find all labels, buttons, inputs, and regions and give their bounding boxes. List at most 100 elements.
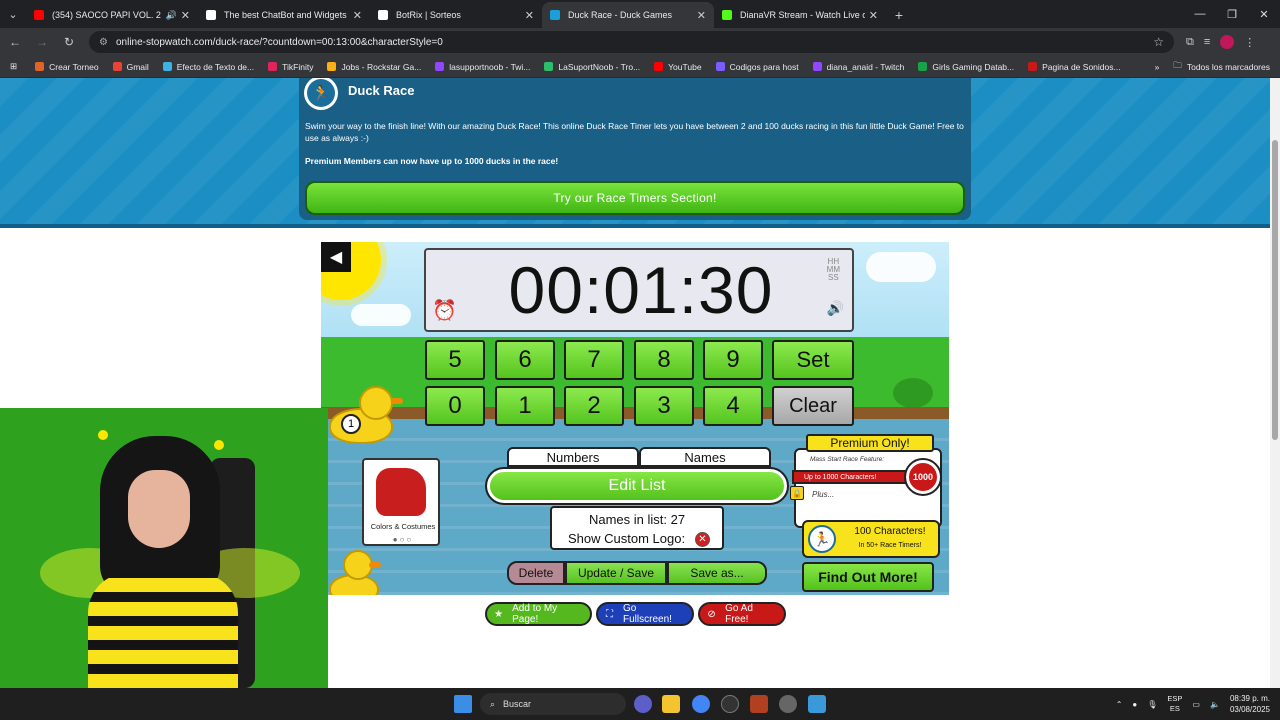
browser-tab-youtube[interactable]: (354) SAOCO PAPI VOL. 2 🔊 ✕: [26, 2, 198, 28]
tray-overflow-icon[interactable]: ⌃: [1116, 700, 1123, 709]
tray-app-icon[interactable]: ●: [1132, 700, 1137, 709]
microphone-icon[interactable]: 🎙: [1147, 700, 1157, 709]
edit-list-button[interactable]: Edit List: [485, 467, 789, 505]
url-bar[interactable]: ⚙ online-stopwatch.com/duck-race/?countd…: [89, 31, 1174, 53]
bookmark-star-icon[interactable]: ☆: [1153, 35, 1164, 49]
browser-tab-kick[interactable]: DianaVR Stream - Watch Live o ✕: [714, 2, 886, 28]
race-timers-button[interactable]: Try our Race Timers Section!: [305, 181, 965, 215]
forward-icon[interactable]: →: [30, 30, 54, 54]
tab-numbers[interactable]: Numbers: [507, 447, 639, 467]
extensions-icon[interactable]: ⧉: [1186, 36, 1194, 49]
set-button[interactable]: Set: [772, 340, 854, 380]
close-tab-icon[interactable]: ✕: [525, 9, 534, 22]
file-explorer-icon[interactable]: [662, 695, 680, 713]
browser-tab-chatbot[interactable]: The best ChatBot and Widgets ✕: [198, 2, 370, 28]
all-bookmarks-folder[interactable]: 🗀 Todos los marcadores: [1173, 60, 1270, 74]
list-actions: Delete Update / Save Save as...: [507, 561, 767, 585]
speaker-icon[interactable]: 🔊: [166, 10, 177, 21]
timer-format[interactable]: HH MM SS: [827, 258, 840, 282]
close-tab-icon[interactable]: ✕: [697, 9, 706, 22]
fullscreen-button[interactable]: ⛶ Go Fullscreen!: [596, 602, 694, 626]
alarm-clock-icon[interactable]: ⏰: [432, 298, 457, 323]
search-icon: ⌕: [490, 698, 496, 709]
bookmark-item[interactable]: LaSuportNoob - Tro...: [544, 62, 640, 72]
key-3[interactable]: 3: [634, 386, 694, 426]
close-tab-icon[interactable]: ✕: [869, 9, 878, 22]
start-icon[interactable]: [454, 695, 472, 713]
minimize-icon[interactable]: —: [1184, 0, 1216, 28]
profile-avatar[interactable]: [1220, 35, 1235, 49]
key-7[interactable]: 7: [564, 340, 624, 380]
close-tab-icon[interactable]: ✕: [181, 9, 190, 22]
app-icon[interactable]: [808, 695, 826, 713]
taskbar-search[interactable]: ⌕ Buscar: [480, 693, 626, 715]
bookmark-item[interactable]: Jobs - Rockstar Ga...: [327, 62, 421, 72]
bookmark-item[interactable]: Gmail: [112, 62, 149, 72]
menu-icon[interactable]: ⋮: [1244, 36, 1255, 49]
bookmark-item[interactable]: Efecto de Texto de...: [162, 62, 254, 72]
key-9[interactable]: 9: [703, 340, 763, 380]
bookmark-item[interactable]: YouTube: [654, 62, 702, 72]
bookmark-item[interactable]: TikFinity: [268, 62, 313, 72]
tab-search-icon[interactable]: ⌄: [0, 0, 26, 28]
mass-start-card[interactable]: Mass Start Race Feature: Up to 1000 Char…: [790, 448, 942, 528]
browser-tab-botrix[interactable]: BotRix | Sorteos ✕: [370, 2, 542, 28]
back-icon[interactable]: ←: [3, 30, 27, 54]
key-4[interactable]: 4: [703, 386, 763, 426]
key-8[interactable]: 8: [634, 340, 694, 380]
find-out-more-button[interactable]: Find Out More!: [802, 562, 934, 592]
bookmark-item[interactable]: Girls Gaming Datab...: [918, 62, 1014, 72]
media-icon[interactable]: ≡: [1204, 36, 1210, 48]
new-tab-icon[interactable]: +: [886, 2, 912, 28]
browser-tab-duck-race[interactable]: Duck Race - Duck Games ✕: [542, 2, 714, 28]
back-arrow-button[interactable]: ◀: [321, 242, 351, 272]
chat-icon[interactable]: [634, 695, 652, 713]
custom-logo-toggle-icon[interactable]: ✕: [695, 532, 710, 547]
carousel-dots[interactable]: ●○○: [364, 535, 442, 544]
language-indicator[interactable]: ESP ES: [1167, 694, 1182, 714]
red-duck-costume-icon: [376, 468, 426, 516]
close-tab-icon[interactable]: ✕: [353, 9, 362, 22]
bookmark-item[interactable]: Pagina de Sonidos...: [1028, 62, 1121, 72]
chrome-icon[interactable]: [692, 695, 710, 713]
settings-icon[interactable]: [779, 695, 797, 713]
premium-panel: Mass Start Race Feature: Up to 1000 Char…: [790, 434, 944, 594]
sound-icon[interactable]: 🔊: [827, 300, 844, 317]
key-5[interactable]: 5: [425, 340, 485, 380]
apps-icon[interactable]: ⊞: [10, 61, 17, 72]
twitch-icon: [812, 62, 822, 71]
key-1[interactable]: 1: [495, 386, 555, 426]
clear-button[interactable]: Clear: [772, 386, 854, 426]
youtube-icon: [654, 62, 664, 71]
restore-icon[interactable]: ❐: [1216, 0, 1248, 28]
bookmark-item[interactable]: diana_anaid - Twitch: [812, 62, 904, 72]
cloud: [351, 304, 411, 326]
update-save-button[interactable]: Update / Save: [565, 561, 667, 585]
tab-names[interactable]: Names: [639, 447, 771, 467]
app-icon[interactable]: [750, 695, 768, 713]
volume-icon[interactable]: 🔈: [1210, 700, 1220, 709]
key-6[interactable]: 6: [495, 340, 555, 380]
bookmark-item[interactable]: Crear Torneo: [35, 62, 99, 72]
scrollbar-thumb[interactable]: [1272, 140, 1278, 440]
save-as-button[interactable]: Save as...: [667, 561, 767, 585]
add-to-page-button[interactable]: ★ Add to My Page!: [485, 602, 592, 626]
colors-costumes-card[interactable]: Colors & Costumes ●○○: [362, 458, 440, 546]
bookmark-item[interactable]: Codigos para host: [715, 62, 799, 72]
page-scrollbar[interactable]: [1270, 78, 1280, 688]
hundred-subtitle: In 50+ Race Timers!: [858, 542, 922, 549]
key-0[interactable]: 0: [425, 386, 485, 426]
plus-label: Plus...: [812, 490, 835, 499]
display-icon[interactable]: ▭: [1192, 700, 1200, 709]
clock[interactable]: 08:39 p. m. 03/08/2025: [1230, 693, 1270, 715]
delete-button[interactable]: Delete: [507, 561, 565, 585]
key-2[interactable]: 2: [564, 386, 624, 426]
ad-free-button[interactable]: ⊘ Go Ad Free!: [698, 602, 786, 626]
more-bookmarks-icon[interactable]: »: [1155, 62, 1160, 72]
bookmark-item[interactable]: lasupportnoob - Twi...: [435, 62, 530, 72]
site-info-icon[interactable]: ⚙: [99, 37, 108, 48]
close-window-icon[interactable]: ✕: [1248, 0, 1280, 28]
app-icon[interactable]: [721, 695, 739, 713]
hundred-characters-card[interactable]: 🏃 100 Characters! In 50+ Race Timers!: [802, 520, 940, 558]
reload-icon[interactable]: ↻: [57, 30, 81, 54]
